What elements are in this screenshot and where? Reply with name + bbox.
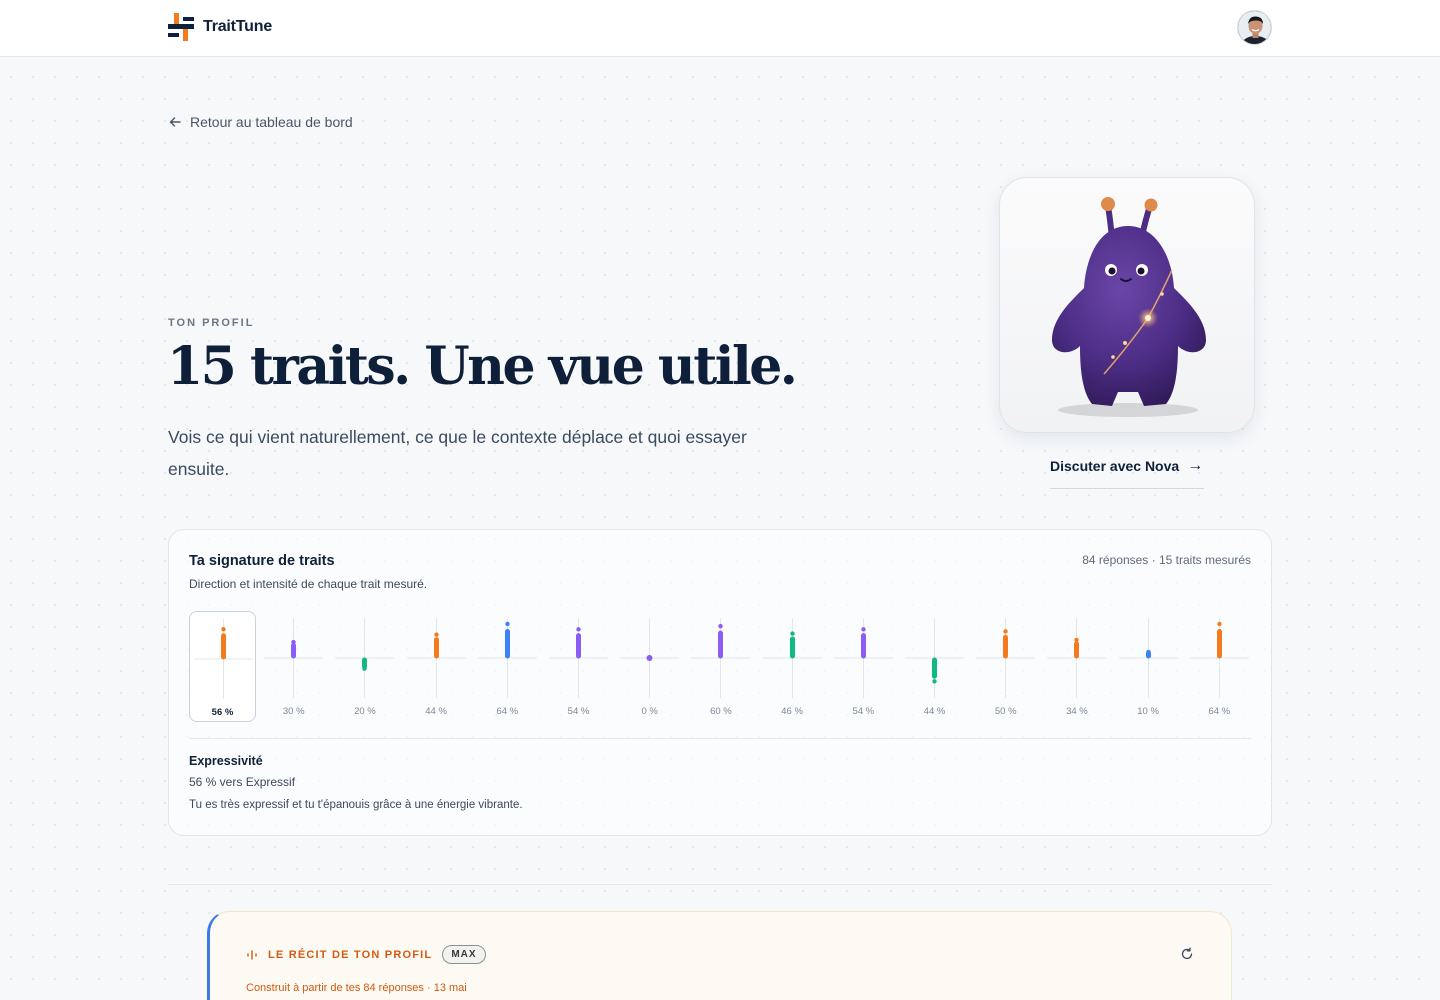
trait-glyph (691, 618, 751, 698)
trait-tip-dot (1003, 629, 1008, 634)
trait-tip-dot (505, 621, 510, 627)
arrow-left-icon (169, 117, 181, 127)
trait-item[interactable]: 10 % (1115, 611, 1182, 722)
trait-item[interactable]: 30 % (260, 611, 327, 722)
trait-percent: 44 % (425, 706, 447, 717)
trait-glyph (1118, 618, 1178, 698)
app-name: TraitTune (203, 18, 273, 35)
trait-percent: 64 % (1208, 706, 1231, 717)
trait-item[interactable]: 60 % (687, 611, 754, 722)
back-to-dashboard-link[interactable]: Retour au tableau de bord (168, 114, 353, 130)
trait-tip-dot (291, 639, 296, 645)
user-avatar[interactable] (1237, 10, 1272, 45)
trait-item[interactable]: 20 % (331, 611, 398, 722)
trait-item[interactable]: 44 % (403, 611, 470, 722)
trait-percent: 50 % (994, 706, 1017, 717)
trait-percent: 54 % (852, 706, 875, 717)
trait-item[interactable]: 54 % (545, 611, 612, 722)
trait-percent: 60 % (710, 706, 732, 717)
hero-subtitle: Vois ce qui vient naturellement, ce que … (168, 427, 747, 479)
max-badge: MAX (442, 945, 486, 964)
arrow-right-icon: → (1187, 457, 1204, 474)
trait-glyph (976, 618, 1036, 698)
trait-tip-dot (362, 666, 368, 671)
waveform-icon (247, 949, 257, 960)
logo-icon (168, 13, 194, 41)
refresh-icon[interactable] (1180, 947, 1194, 961)
trait-percent: 64 % (496, 706, 519, 717)
trait-item[interactable]: 56 % (189, 611, 256, 722)
chat-with-nova-link[interactable]: Discuter avec Nova → (1050, 458, 1204, 489)
section-divider (168, 884, 1272, 885)
trait-tip-dot (576, 627, 581, 632)
trait-tip-dot (932, 679, 937, 684)
trait-percent: 54 % (567, 706, 590, 717)
trait-glyph (264, 618, 324, 698)
top-bar: TraitTune (0, 0, 1440, 57)
trait-percent: 44 % (923, 706, 946, 717)
trait-tip-dot (1074, 637, 1080, 643)
trait-percent: 34 % (1066, 706, 1088, 717)
trait-item[interactable]: 34 % (1043, 611, 1110, 722)
trait-percent: 10 % (1137, 706, 1159, 717)
trait-percent: 30 % (282, 706, 305, 717)
story-header: LE RÉCIT DE TON PROFIL MAX (246, 945, 486, 964)
trait-glyph (194, 619, 253, 699)
divider (189, 738, 1251, 739)
trait-tip-dot (1217, 621, 1222, 627)
selected-trait-percent: 56 % vers Expressif (189, 775, 296, 789)
trait-dot (646, 655, 653, 661)
trait-glyph (1189, 618, 1249, 698)
story-label: LE RÉCIT DE TON PROFIL (268, 948, 433, 961)
trait-tip-dot (433, 632, 439, 637)
trait-item[interactable]: 44 % (901, 611, 968, 722)
trait-glyph (406, 618, 466, 698)
trait-glyph (335, 618, 395, 698)
chat-link-label: Discuter avec Nova (1050, 458, 1180, 474)
trait-glyph (833, 618, 893, 698)
selected-trait-name: Expressivité (189, 754, 263, 768)
trait-tip-dot (789, 631, 795, 636)
signature-subtitle: Direction et intensité de chaque trait m… (189, 577, 428, 591)
nova-mascot-card[interactable] (999, 177, 1255, 433)
trait-tip-dot (861, 627, 866, 632)
trait-signature-card: Ta signature de traits Direction et inte… (168, 529, 1272, 836)
trait-glyph (620, 618, 680, 698)
page-title: 15 traits. Une vue utile. (167, 336, 798, 397)
signature-meta: 84 réponses · 15 traits mesurés (1082, 553, 1251, 567)
trait-glyph (477, 618, 537, 698)
back-link-label: Retour au tableau de bord (190, 114, 353, 130)
trait-tip-dot (1145, 649, 1151, 655)
signature-title: Ta signature de traits (189, 553, 335, 569)
trait-percent: 0 % (641, 706, 658, 717)
trait-item[interactable]: 64 % (474, 611, 541, 722)
trait-item[interactable]: 54 % (830, 611, 897, 722)
hero-eyebrow: TON PROFIL (168, 317, 255, 329)
trait-tip-dot (718, 623, 724, 629)
trait-chart: 56 % 30 % 20 % 44 % 64 % 54 % 0 % 60 % 46 % 54 % 4… (189, 611, 1253, 723)
trait-percent: 56 % (211, 707, 234, 718)
trait-item[interactable]: 0 % (616, 611, 683, 722)
profile-story-card: LE RÉCIT DE TON PROFIL MAX Construit à p… (207, 911, 1232, 1000)
app-logo[interactable]: TraitTune (168, 13, 272, 41)
selected-trait-description: Tu es très expressif et tu t'épanouis gr… (189, 799, 523, 811)
trait-glyph (1047, 618, 1107, 698)
avatar-icon (1238, 11, 1271, 44)
trait-tip-dot (221, 627, 226, 632)
trait-glyph (549, 618, 608, 698)
nova-mascot-illustration (1052, 197, 1206, 417)
story-meta: Construit à partir de tes 84 réponses · … (246, 982, 467, 994)
trait-item[interactable]: 50 % (972, 611, 1039, 722)
trait-item[interactable]: 46 % (759, 611, 826, 722)
trait-percent: 20 % (354, 706, 376, 717)
trait-item[interactable]: 64 % (1186, 611, 1253, 722)
trait-glyph (905, 618, 964, 698)
trait-glyph (762, 618, 822, 698)
trait-percent: 46 % (781, 706, 803, 717)
